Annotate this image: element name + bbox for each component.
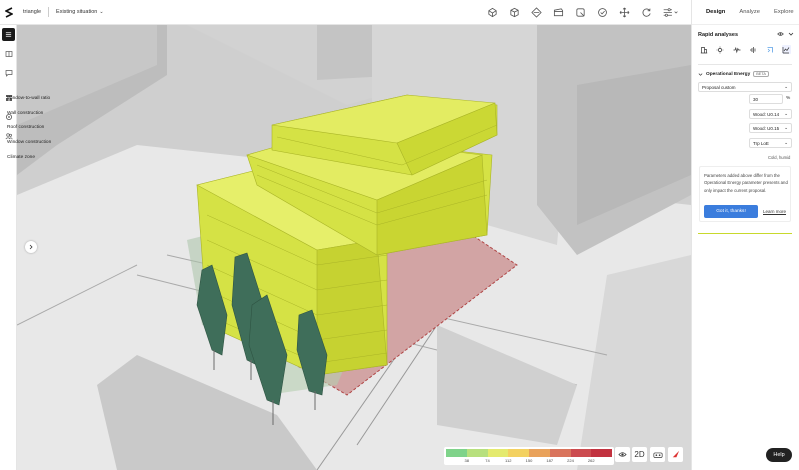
legend-swatch: [487, 449, 509, 457]
crumb-divider: [48, 7, 50, 17]
legend-label: 262: [587, 458, 595, 463]
tab-explore[interactable]: Explore: [774, 9, 794, 15]
wall-value: Wood: U0.14: [753, 111, 780, 117]
compass-icon[interactable]: [668, 447, 683, 462]
proposal-value: Proposal custom: [702, 84, 736, 90]
left-sidebar: [0, 25, 17, 470]
got-it-button[interactable]: Got it, thanks!: [704, 205, 758, 218]
scenario-label: Existing situation: [56, 9, 98, 15]
panel-tabs: Design Analyze Explore: [692, 0, 799, 25]
wwr-unit: %: [786, 96, 791, 101]
roof-label: Roof construction: [7, 125, 45, 130]
legend-swatch: [529, 449, 550, 457]
chevron-down-icon: [698, 72, 703, 76]
legend-label: 112: [505, 458, 512, 463]
section-separator: [698, 233, 792, 234]
divider: [698, 64, 792, 65]
chat-icon[interactable]: [2, 66, 15, 79]
legend-swatch: [591, 449, 612, 457]
tab-analyze[interactable]: Analyze: [739, 9, 760, 15]
learn-more-link[interactable]: Learn more: [763, 209, 786, 214]
2d-toggle-button[interactable]: 2D: [632, 447, 647, 462]
city-scene: [17, 25, 691, 470]
chevron-down-icon: ⌄: [99, 9, 104, 15]
roof-select[interactable]: Wood: U0.15 ⌄: [749, 123, 792, 133]
cube-icon[interactable]: [506, 4, 523, 21]
project-name[interactable]: triangle: [23, 9, 41, 15]
help-button[interactable]: Help: [766, 448, 792, 462]
roof-value: Wood: U0.15: [753, 125, 780, 131]
building-icon[interactable]: [699, 45, 708, 54]
operational-energy-title: Operational Energy: [706, 71, 751, 77]
chevron-down-icon: ⌄: [784, 125, 788, 130]
legend-color-bar: [446, 449, 612, 457]
toolbar: [484, 0, 682, 25]
legend-label: 224: [567, 458, 574, 463]
beta-badge: BETA: [753, 71, 769, 77]
wwr-input[interactable]: 30: [749, 94, 783, 104]
note-text: Parameters added above differ from the O…: [704, 173, 788, 193]
legend-swatch: [446, 449, 467, 457]
shape-icon[interactable]: [572, 4, 589, 21]
cube-outline-icon[interactable]: [484, 4, 501, 21]
wwr-label: Window-to-wall ratio: [7, 96, 51, 101]
chevron-down-icon: ⌄: [784, 111, 788, 116]
tab-design[interactable]: Design: [706, 9, 725, 15]
rapid-analyses-header: Rapid analyses: [698, 31, 794, 39]
legend-label: 38: [464, 458, 469, 463]
operational-energy-header[interactable]: Operational Energy BETA: [698, 71, 769, 77]
legend-label: 150: [525, 458, 533, 463]
window-select[interactable]: Trp LoE ⌄: [749, 138, 792, 148]
scenario-dropdown[interactable]: Existing situation ⌄: [56, 9, 103, 15]
climate-label: Climate zone: [7, 155, 35, 160]
diamond-icon[interactable]: [528, 4, 545, 21]
window-label: Window construction: [7, 140, 52, 145]
chevron-down-icon: ⌄: [784, 84, 788, 89]
analysis-icons: [699, 45, 791, 54]
legend-swatch: [570, 449, 592, 457]
legend-labels: 38 74 112 150 187 224 262: [446, 457, 612, 463]
window-value: Trp LoE: [753, 140, 769, 146]
wall-select[interactable]: Wood: U0.14 ⌄: [749, 109, 792, 119]
top-bar: triangle Existing situation ⌄: [0, 0, 691, 25]
eye-icon[interactable]: [777, 31, 784, 39]
wall-label: Wall construction: [7, 111, 44, 116]
legend-label: 74: [485, 458, 490, 463]
layers-icon[interactable]: [2, 28, 15, 41]
rapid-analyses-title: Rapid analyses: [698, 32, 739, 38]
eye-icon[interactable]: [615, 447, 630, 462]
settings-dropdown-icon[interactable]: [660, 4, 682, 21]
energy-icon[interactable]: [781, 45, 791, 54]
expand-panel-button[interactable]: [25, 241, 37, 253]
wind-icon[interactable]: [732, 45, 741, 54]
legend-swatch: [466, 449, 488, 457]
move-icon[interactable]: [616, 4, 633, 21]
wwr-value: 30: [753, 96, 759, 102]
chevron-down-icon: ⌄: [784, 140, 788, 145]
info-note: Parameters added above differ from the O…: [699, 166, 791, 222]
legend-label: 187: [546, 458, 554, 463]
proposal-select[interactable]: Proposal custom ⌄: [698, 82, 792, 92]
noise-icon[interactable]: [749, 45, 758, 54]
badge-icon[interactable]: [594, 4, 611, 21]
3d-viewport[interactable]: 38 74 112 150 187 224 262 2D: [17, 25, 691, 470]
legend-swatch: [549, 449, 571, 457]
vr-icon[interactable]: [650, 447, 665, 462]
sun-icon[interactable]: [716, 45, 725, 54]
climate-value: Cold, humid: [768, 155, 791, 160]
app-logo[interactable]: [0, 0, 17, 25]
box-icon[interactable]: [550, 4, 567, 21]
legend-swatch: [508, 449, 529, 457]
book-icon[interactable]: [2, 47, 15, 60]
daylight-icon[interactable]: [765, 45, 774, 54]
chevron-down-icon[interactable]: [788, 31, 794, 39]
energy-legend: 38 74 112 150 187 224 262: [444, 447, 614, 465]
refresh-icon[interactable]: [638, 4, 655, 21]
